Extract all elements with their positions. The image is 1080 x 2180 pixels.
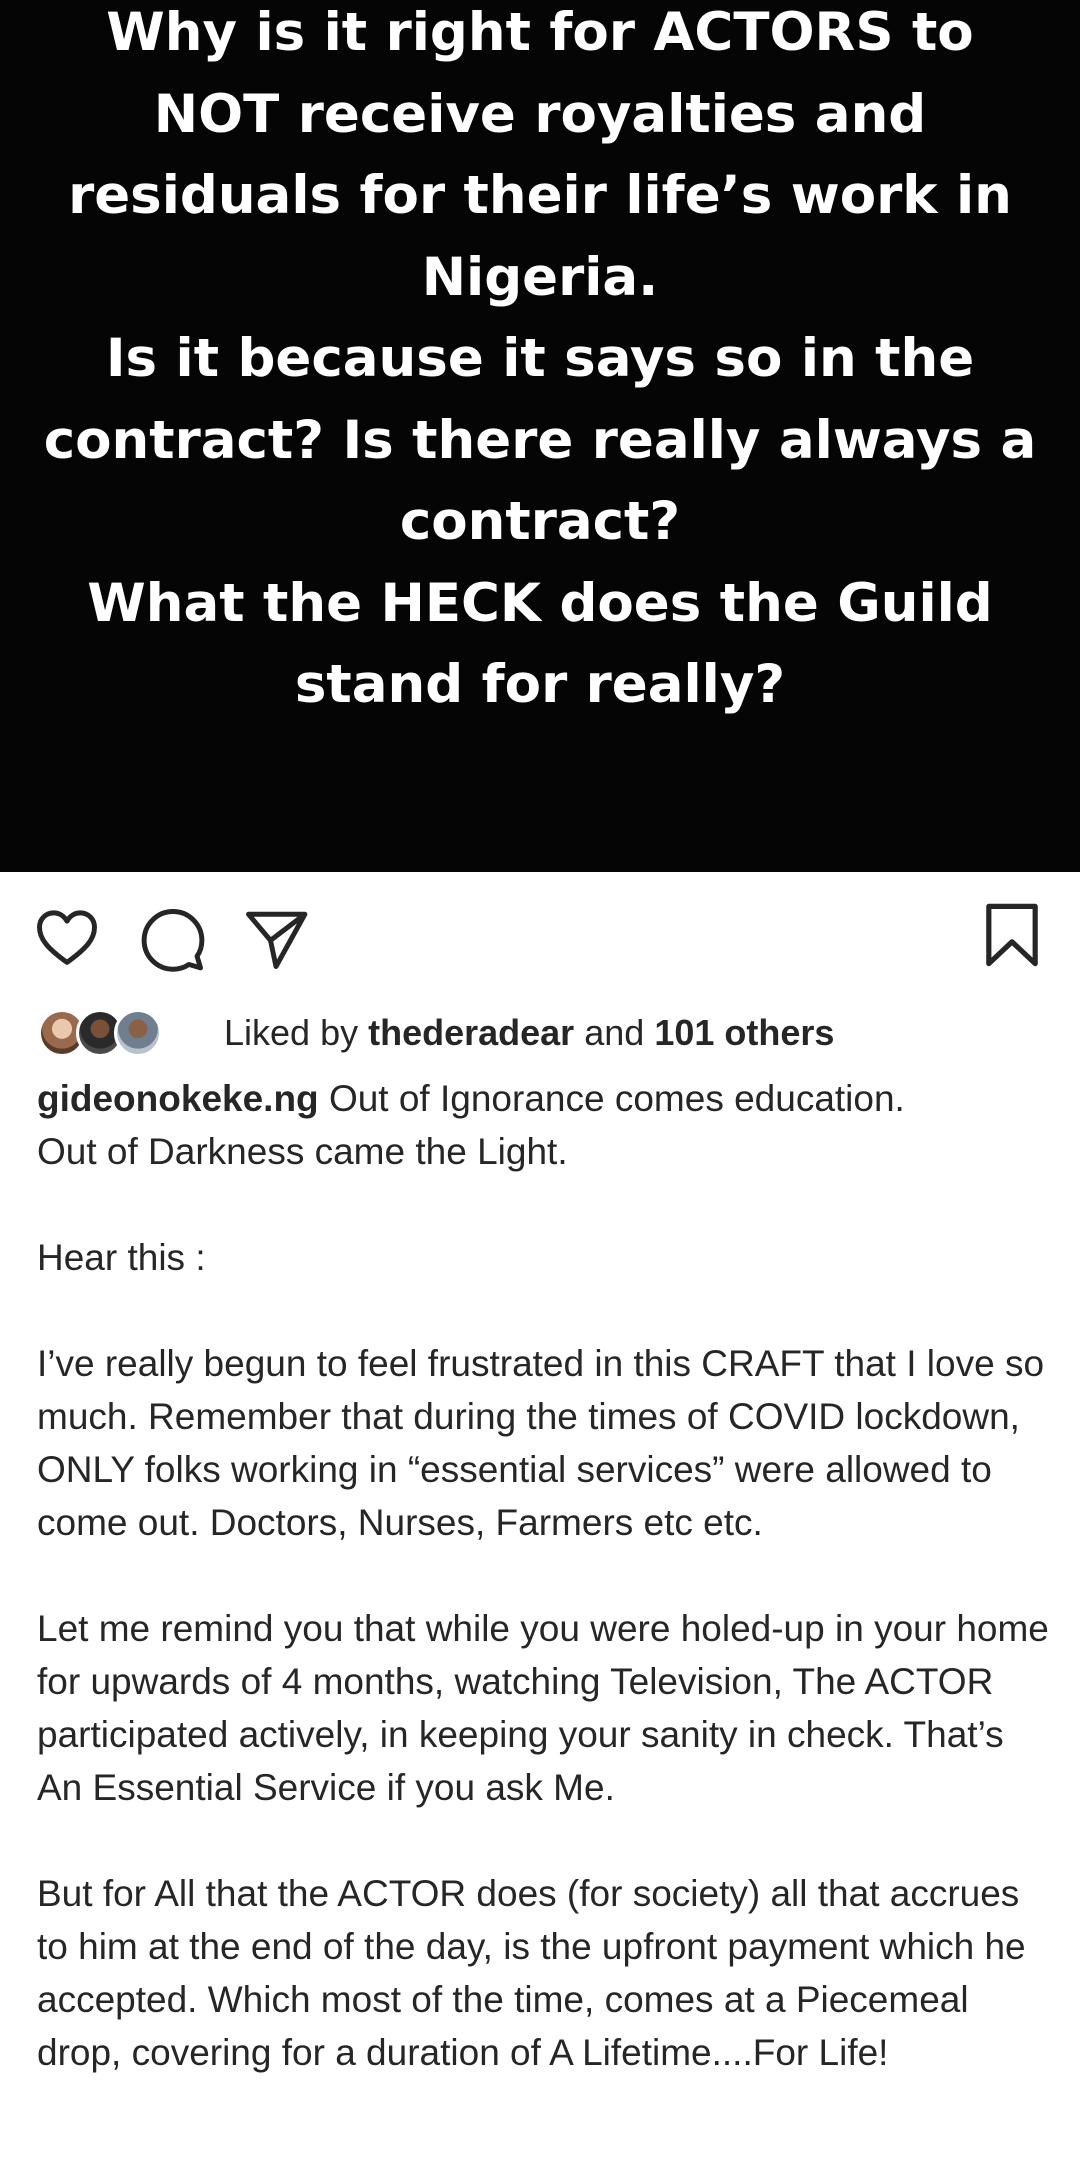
likes-summary: Liked by thederadear and 101 others [224, 1012, 834, 1054]
heart-icon[interactable] [34, 906, 100, 972]
caption-paragraph: But for All that the ACTOR does (for soc… [37, 1873, 1036, 2073]
liker-avatars[interactable] [38, 1006, 168, 1060]
share-icon[interactable] [243, 906, 309, 972]
post-image-line-2: Is it because it says so in the contract… [43, 328, 1037, 552]
post-image[interactable]: Why is it right for ACTORS to NOT receiv… [0, 0, 1080, 872]
bookmark-icon[interactable] [982, 902, 1042, 968]
caption-paragraph: gideonokeke.ng Out of Ignorance comes ed… [37, 1072, 1057, 1178]
comment-icon[interactable] [140, 906, 206, 972]
likes-connector: and [584, 1012, 645, 1053]
avatar[interactable] [114, 1009, 162, 1057]
caption-paragraph: Hear this : [37, 1237, 206, 1278]
caption-paragraph: I’ve really begun to feel frustrated in … [37, 1343, 1055, 1543]
action-bar [0, 872, 1080, 1012]
instagram-post: Why is it right for ACTORS to NOT receiv… [0, 0, 1080, 2180]
post-image-line-1: Why is it right for ACTORS to NOT receiv… [68, 2, 1012, 308]
likes-row[interactable]: Liked by thederadear and 101 others [38, 1006, 834, 1060]
first-liker-link[interactable]: thederadear [368, 1012, 574, 1053]
post-image-line-3: What the HECK does the Guild stand for r… [87, 572, 993, 716]
caption: gideonokeke.ng Out of Ignorance comes ed… [37, 1072, 1057, 2079]
username-link[interactable]: gideonokeke.ng [37, 1078, 319, 1119]
post-image-text: Why is it right for ACTORS to NOT receiv… [40, 0, 1040, 872]
caption-paragraph: Let me remind you that while you were ho… [37, 1608, 1060, 1808]
likes-count-link[interactable]: 101 others [654, 1012, 834, 1053]
likes-prefix: Liked by [224, 1012, 359, 1053]
